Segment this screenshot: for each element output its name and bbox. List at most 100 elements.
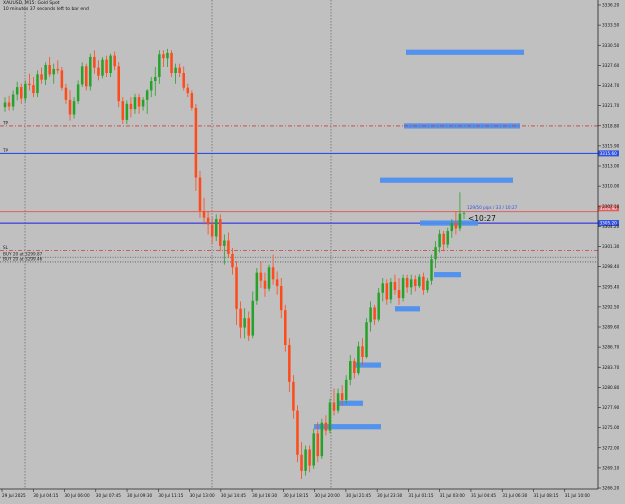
- candle-body-bull: [381, 283, 385, 293]
- candle-body-bear: [7, 102, 11, 107]
- candle-body-bull: [418, 276, 421, 287]
- candle-body-bull: [450, 223, 454, 232]
- candle-body-bear: [105, 59, 108, 74]
- candle-body-bull: [44, 64, 47, 80]
- y-tick-label: 3298.40: [602, 264, 620, 269]
- x-tick-label: 31 Jul 08:15: [533, 493, 558, 498]
- candle-body-bull: [458, 213, 462, 229]
- y-tick-label: 3310.00: [602, 184, 620, 189]
- candle-body-bear: [397, 290, 401, 299]
- candle-body-bull: [251, 300, 255, 336]
- bar-timer: 10 minutes 37 seconds left to bar end: [3, 7, 89, 12]
- level-label-buy2: BUY 20 at 3299.46: [3, 256, 43, 261]
- candle-body-bear: [137, 97, 141, 107]
- candle-body-bull: [267, 267, 271, 289]
- candle-body-bear: [239, 308, 242, 328]
- x-tick-label: 30 Jul 11:15: [158, 493, 183, 498]
- candle-body-bear: [198, 177, 202, 212]
- candle-body-bear: [292, 381, 295, 411]
- candle-body-bear: [316, 433, 320, 457]
- candle-body-bull: [223, 240, 226, 246]
- x-tick-label: 30 Jul 04:15: [33, 493, 58, 498]
- candle-body-bear: [263, 280, 267, 289]
- candle-body-bear: [373, 307, 376, 320]
- candle-body-bull: [76, 84, 80, 102]
- candle-body-bull: [11, 94, 15, 107]
- chart-window[interactable]: TP TP SL BUY 20 at 3299.87 BUY 20 at 3299.46…: [0, 0, 625, 500]
- y-tick-label: 3283.70: [602, 365, 620, 370]
- candle-body-bear: [271, 267, 275, 280]
- candle-body-bull: [72, 101, 76, 115]
- candle-body-bear: [210, 224, 214, 237]
- candle-body-bear: [48, 64, 51, 75]
- candle-body-bull: [426, 280, 429, 291]
- overlay-labels: <10:27 129/50 pips / 33 / 10:27 3315.60 330…: [467, 150, 619, 227]
- x-tick-label: 31 Jul 04:45: [471, 493, 496, 498]
- y-tick-label: 3275.00: [602, 425, 620, 430]
- candle-body-bear: [182, 73, 185, 88]
- candle-body-bull: [243, 318, 246, 328]
- bar-countdown: <10:27: [468, 214, 496, 223]
- candle-body-bear: [117, 66, 120, 102]
- candle-body-bull: [89, 56, 92, 87]
- candle-body-bull: [109, 55, 112, 74]
- candle-body-bear: [284, 310, 287, 345]
- candle-body-bear: [64, 87, 68, 100]
- candle-body-bull: [349, 361, 352, 380]
- y-tick-label: 3313.00: [602, 164, 620, 169]
- candle-body-bear: [60, 70, 64, 88]
- x-tick-label: 30 Jul 07:45: [96, 493, 121, 498]
- candle-body-bear: [190, 93, 194, 108]
- candle-body-bull: [462, 213, 466, 214]
- candle-body-bull: [434, 247, 437, 260]
- x-tick-label: 30 Jul 23:30: [377, 493, 402, 498]
- candle-body-bear: [186, 87, 190, 94]
- candle-body-bull: [389, 282, 393, 300]
- candle-body-bear: [40, 74, 43, 80]
- price-chart[interactable]: TPTPSLBUY 20 at 3299.87BUY 20 at 3299.46…: [0, 0, 625, 500]
- candle-body-bear: [275, 279, 279, 287]
- y-tick-label: 3330.50: [602, 43, 620, 48]
- zone-bars: [314, 49, 524, 430]
- zone-bar: [380, 177, 513, 183]
- y-tick-label: 3336.20: [602, 3, 620, 8]
- y-tick-label: 3301.30: [602, 244, 620, 249]
- candle-body-bear: [170, 52, 173, 74]
- x-tick-label: 30 Jul 09:30: [127, 493, 152, 498]
- candle-body-bear: [393, 282, 397, 291]
- candle-body-bull: [24, 83, 27, 99]
- x-tick-label: 31 Jul 03:00: [440, 493, 465, 498]
- candle-body-bear: [129, 103, 133, 110]
- candle-body-bear: [442, 233, 445, 245]
- candle-body-bear: [93, 56, 96, 68]
- symbol-title: XAUUSD, M15: Gold Spot: [3, 1, 60, 6]
- candle-body-bear: [32, 85, 35, 94]
- candle-body-bull: [174, 67, 177, 74]
- level-label-tp1: TP: [2, 148, 9, 153]
- candle-body-bear: [56, 68, 60, 71]
- candle-body-bear: [422, 276, 425, 291]
- y-tick-label: 3324.70: [602, 83, 620, 88]
- candle-body-bull: [101, 59, 104, 76]
- candle-body-bear: [300, 454, 303, 471]
- y-tick-label: 3321.70: [602, 103, 620, 108]
- candle-body-bear: [227, 240, 230, 254]
- level-lines: TPTPSLBUY 20 at 3299.87BUY 20 at 3299.46: [0, 120, 598, 263]
- candle-body-bull: [409, 279, 413, 288]
- x-tick-label: 30 Jul 20:00: [315, 493, 340, 498]
- candle-body-bear: [288, 344, 291, 382]
- x-tick-label: 30 Jul 14:45: [221, 493, 246, 498]
- candle-body-bull: [166, 52, 169, 59]
- candle-body-bull: [312, 433, 315, 466]
- candle-body-bear: [385, 283, 389, 300]
- candle-body-bull: [328, 402, 332, 431]
- y-tick-label: 3333.50: [602, 23, 620, 28]
- candle-body-bull: [377, 292, 380, 320]
- candle-body-bear: [454, 223, 458, 229]
- y-tick-label: 3277.90: [602, 405, 620, 410]
- candle-body-bear: [178, 67, 181, 74]
- candle-body-bull: [446, 231, 450, 245]
- candle-body-bull: [304, 449, 307, 471]
- candle-body-bear: [353, 361, 356, 374]
- zone-bar: [434, 272, 461, 278]
